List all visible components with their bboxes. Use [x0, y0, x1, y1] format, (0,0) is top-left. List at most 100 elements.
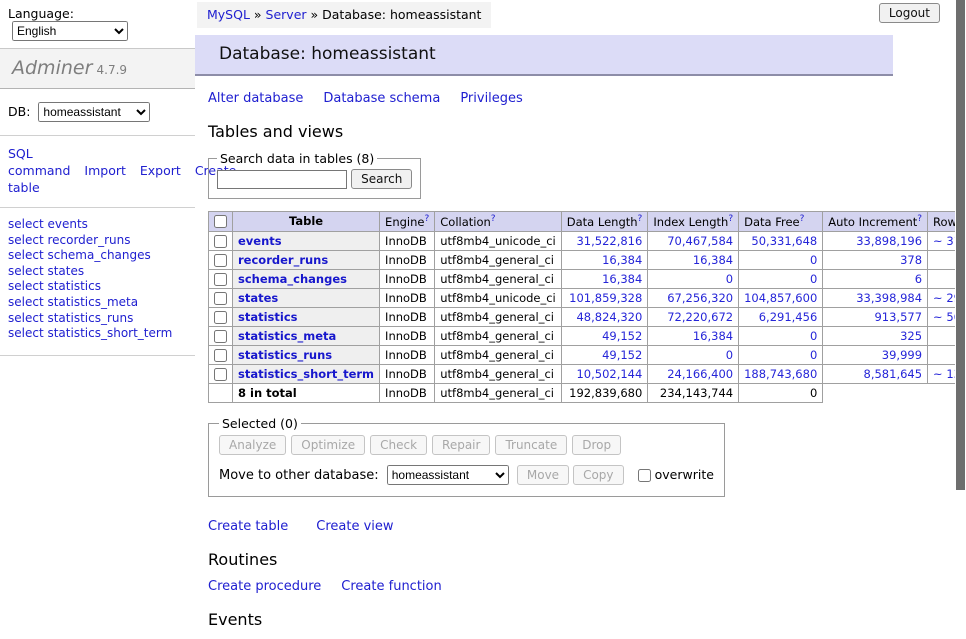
sidebar-select-statistics-short-term[interactable]: select statistics_short_term: [8, 326, 187, 342]
sidebar-actions: SQL commandImportExportCreate table: [0, 136, 195, 208]
events-heading: Events: [208, 610, 955, 629]
table-row: schema_changes InnoDButf8mb4_general_ci16…: [209, 269, 966, 288]
breadcrumb: MySQL » Server » Database: homeassistant: [197, 2, 491, 28]
column-label-collation: Collation: [440, 215, 491, 229]
db-select[interactable]: homeassistant: [38, 102, 150, 122]
help-icon[interactable]: ?: [638, 214, 643, 224]
copy-button[interactable]: Copy: [573, 465, 623, 485]
table-link-events[interactable]: events: [238, 234, 282, 248]
row-checkbox[interactable]: [214, 254, 227, 267]
total-index-length-cell: 234,143,744: [648, 383, 739, 402]
help-icon[interactable]: ?: [917, 214, 922, 224]
db-link-alter-database[interactable]: Alter database: [208, 91, 303, 106]
language-select[interactable]: English: [12, 21, 128, 41]
auto-increment-cell: 378: [823, 250, 928, 269]
db-link-privileges[interactable]: Privileges: [460, 91, 523, 106]
move-button[interactable]: Move: [517, 465, 569, 485]
sidebar-select-events[interactable]: select events: [8, 217, 187, 233]
data-length-cell: 16,384: [561, 269, 648, 288]
help-icon[interactable]: ?: [491, 214, 496, 224]
engine-cell: InnoDB: [380, 269, 435, 288]
page-title: Database: homeassistant: [195, 35, 893, 76]
help-icon[interactable]: ?: [800, 214, 805, 224]
data-length-cell: 31,522,816: [561, 231, 648, 250]
engine-cell: InnoDB: [380, 288, 435, 307]
help-icon[interactable]: ?: [424, 214, 429, 224]
column-header-data-length: Data Length?: [561, 212, 648, 232]
routine-link-create-function[interactable]: Create function: [341, 579, 441, 594]
routine-link-create-procedure[interactable]: Create procedure: [208, 579, 321, 594]
row-checkbox[interactable]: [214, 330, 227, 343]
check-button[interactable]: Check: [370, 435, 427, 455]
sidebar-action-export[interactable]: Export: [140, 163, 181, 178]
search-input[interactable]: [217, 170, 347, 189]
column-header-auto-increment: Auto Increment?: [823, 212, 928, 232]
move-row: Move to other database: homeassistant Mo…: [219, 465, 714, 485]
table-name-cell: recorder_runs: [233, 250, 380, 269]
collation-cell: utf8mb4_general_ci: [435, 326, 562, 345]
sidebar-select-statistics-meta[interactable]: select statistics_meta: [8, 295, 187, 311]
table-link-statistics-short-term[interactable]: statistics_short_term: [238, 367, 374, 381]
row-checkbox[interactable]: [214, 368, 227, 381]
breadcrumb-server[interactable]: Server: [266, 7, 307, 22]
data-length-cell: 101,859,328: [561, 288, 648, 307]
search-button[interactable]: Search: [351, 169, 412, 189]
sidebar-select-statistics-runs[interactable]: select statistics_runs: [8, 311, 187, 327]
truncate-button[interactable]: Truncate: [495, 435, 567, 455]
select-all-checkbox[interactable]: [214, 215, 227, 228]
selected-fieldset: Selected (0) AnalyzeOptimizeCheckRepairT…: [208, 416, 725, 497]
table-name-cell: statistics: [233, 307, 380, 326]
data-free-cell: 0: [739, 345, 823, 364]
db-link-database-schema[interactable]: Database schema: [323, 91, 440, 106]
row-checkbox[interactable]: [214, 273, 227, 286]
overwrite-checkbox[interactable]: [638, 469, 651, 482]
move-label: Move to other database:: [219, 468, 379, 483]
table-row: statistics_metaInnoDButf8mb4_general_ci4…: [209, 326, 966, 345]
breadcrumb-mysql[interactable]: MySQL: [207, 7, 250, 22]
column-label-data-length: Data Length: [567, 215, 638, 229]
breadcrumb-current: Database: homeassistant: [322, 7, 481, 22]
data-free-cell: 0: [739, 250, 823, 269]
sidebar-select-schema-changes[interactable]: select schema_changes: [8, 248, 187, 264]
table-header-row: TableEngine?Collation?Data Length?Index …: [209, 212, 966, 232]
table-link-schema-changes[interactable]: schema_changes: [238, 272, 347, 286]
sidebar-action-sql-command[interactable]: SQL command: [8, 146, 70, 178]
engine-cell: InnoDB: [380, 364, 435, 383]
optimize-button[interactable]: Optimize: [291, 435, 365, 455]
sidebar-table-links: select eventsselect recorder_runsselect …: [0, 208, 195, 356]
row-checkbox[interactable]: [214, 349, 227, 362]
auto-increment-cell: 325: [823, 326, 928, 345]
column-label-table: Table: [289, 214, 323, 228]
sidebar-select-statistics[interactable]: select statistics: [8, 279, 187, 295]
row-checkbox[interactable]: [214, 292, 227, 305]
sidebar-action-import[interactable]: Import: [84, 163, 126, 178]
sidebar-select-states[interactable]: select states: [8, 264, 187, 280]
collation-cell: utf8mb4_general_ci: [435, 345, 562, 364]
total-row: 8 in totalInnoDButf8mb4_general_ci192,83…: [209, 383, 966, 402]
move-db-select[interactable]: homeassistant: [387, 465, 509, 485]
table-name-cell: states: [233, 288, 380, 307]
language-row: Language: English: [0, 0, 195, 48]
collation-cell: utf8mb4_general_ci: [435, 269, 562, 288]
create-link-create-view[interactable]: Create view: [316, 519, 393, 534]
help-icon[interactable]: ?: [728, 214, 733, 224]
scrollbar-track[interactable]: [955, 0, 966, 543]
logout-button[interactable]: Logout: [879, 3, 940, 23]
row-checkbox[interactable]: [214, 235, 227, 248]
sidebar-select-recorder-runs[interactable]: select recorder_runs: [8, 233, 187, 249]
table-link-statistics-runs[interactable]: statistics_runs: [238, 348, 332, 362]
table-link-statistics[interactable]: statistics: [238, 310, 298, 324]
row-checkbox[interactable]: [214, 311, 227, 324]
auto-increment-cell: 39,999: [823, 345, 928, 364]
table-link-recorder-runs[interactable]: recorder_runs: [238, 253, 328, 267]
db-label: DB:: [8, 104, 30, 119]
adminer-brand[interactable]: Adminer 4.7.9: [0, 48, 195, 89]
analyze-button[interactable]: Analyze: [219, 435, 286, 455]
repair-button[interactable]: Repair: [432, 435, 490, 455]
table-link-statistics-meta[interactable]: statistics_meta: [238, 329, 336, 343]
create-link-create-table[interactable]: Create table: [208, 519, 288, 534]
table-link-states[interactable]: states: [238, 291, 278, 305]
drop-button[interactable]: Drop: [572, 435, 621, 455]
scrollbar-thumb[interactable]: [956, 0, 965, 490]
search-fieldset: Search data in tables (8) Search: [208, 151, 421, 199]
